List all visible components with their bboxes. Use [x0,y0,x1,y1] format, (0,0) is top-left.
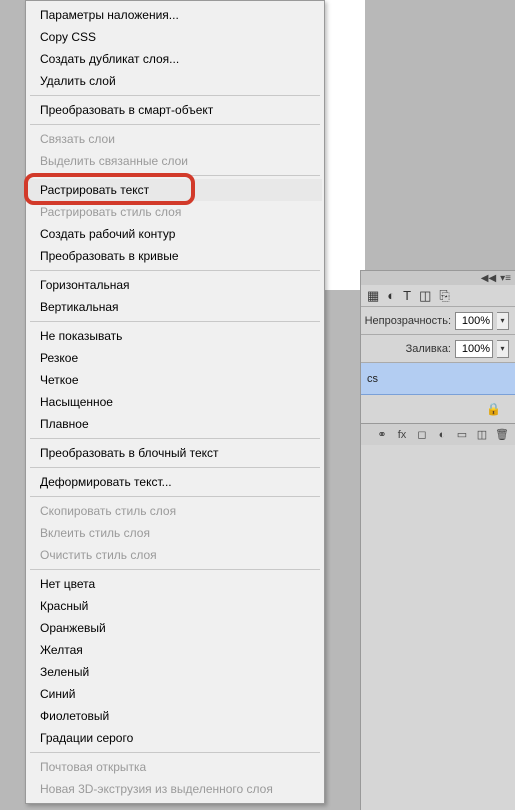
adjust-icon[interactable]: ◐ [435,429,449,441]
menu-item[interactable]: Не показывать [28,325,322,347]
menu-item[interactable]: Красный [28,595,322,617]
fill-dropdown[interactable]: ▾ [497,340,509,358]
menu-item: Выделить связанные слои [28,150,322,172]
menu-separator [30,752,320,753]
menu-item: Почтовая открытка [28,756,322,778]
layers-panel: ◀◀ ▾≡ ▦ ◐ T ◫ ⎘ Непрозрачность: ▾ Заливк… [360,270,515,810]
menu-item[interactable]: Преобразовать в блочный текст [28,442,322,464]
menu-item[interactable]: Желтая [28,639,322,661]
menu-separator [30,438,320,439]
menu-item: Скопировать стиль слоя [28,500,322,522]
fill-input[interactable] [455,340,493,358]
menu-item[interactable]: Горизонтальная [28,274,322,296]
menu-separator [30,175,320,176]
menu-separator [30,569,320,570]
menu-item[interactable]: Насыщенное [28,391,322,413]
adjust-icon[interactable]: ◐ [387,288,395,303]
menu-item[interactable]: Нет цвета [28,573,322,595]
layer-row[interactable]: cs [361,363,515,395]
menu-item: Растрировать стиль слоя [28,201,322,223]
fill-row: Заливка: ▾ [361,335,515,363]
fill-label: Заливка: [406,343,451,355]
menu-item: Связать слои [28,128,322,150]
layer-list-area[interactable]: 🔒 [361,395,515,423]
layer-context-menu[interactable]: Параметры наложения...Copy CSSСоздать ду… [25,0,325,804]
menu-item[interactable]: Фиолетовый [28,705,322,727]
layer-name: cs [367,373,378,385]
panel-bottom: ⚭ fx ◻ ◐ ▭ ◫ 🗑 [361,423,515,445]
menu-item[interactable]: Растрировать текст [28,179,322,201]
menu-separator [30,321,320,322]
menu-separator [30,270,320,271]
type-icon[interactable]: T [403,288,411,303]
menu-item: Очистить стиль слоя [28,544,322,566]
opacity-row: Непрозрачность: ▾ [361,307,515,335]
menu-item[interactable]: Copy CSS [28,26,322,48]
menu-item[interactable]: Плавное [28,413,322,435]
mask-icon[interactable]: ◻ [415,428,429,441]
menu-separator [30,95,320,96]
fx-icon[interactable]: fx [395,429,409,441]
menu-item[interactable]: Оранжевый [28,617,322,639]
link-icon[interactable]: ⎘ [439,288,449,304]
menu-item[interactable]: Зеленый [28,661,322,683]
transform-icon[interactable]: ◫ [419,288,431,304]
opacity-label: Непрозрачность: [365,315,451,327]
panel-menu-icon[interactable]: ▾≡ [500,273,511,284]
menu-separator [30,124,320,125]
menu-item[interactable]: Четкое [28,369,322,391]
image-icon[interactable]: ▦ [367,288,379,304]
link-icon[interactable]: ⚭ [375,428,389,441]
collapse-left-icon[interactable]: ◀◀ [481,273,496,284]
opacity-input[interactable] [455,312,493,330]
menu-item[interactable]: Синий [28,683,322,705]
menu-item[interactable]: Резкое [28,347,322,369]
opacity-dropdown[interactable]: ▾ [497,312,509,330]
menu-separator [30,467,320,468]
menu-item[interactable]: Вертикальная [28,296,322,318]
menu-separator [30,496,320,497]
new-icon[interactable]: ◫ [475,428,489,441]
panel-toolbar: ▦ ◐ T ◫ ⎘ [361,285,515,307]
menu-item[interactable]: Деформировать текст... [28,471,322,493]
trash-icon[interactable]: 🗑 [495,428,509,441]
lock-icon[interactable]: 🔒 [486,402,501,416]
menu-item[interactable]: Создать дубликат слоя... [28,48,322,70]
menu-item: Вклеить стиль слоя [28,522,322,544]
menu-item[interactable]: Преобразовать в смарт-объект [28,99,322,121]
menu-item[interactable]: Параметры наложения... [28,4,322,26]
menu-item: Новая 3D-экструзия из выделенного слоя [28,778,322,800]
menu-item[interactable]: Удалить слой [28,70,322,92]
panel-tabs: ◀◀ ▾≡ [361,271,515,285]
group-icon[interactable]: ▭ [455,428,469,441]
menu-item[interactable]: Преобразовать в кривые [28,245,322,267]
menu-item[interactable]: Градации серого [28,727,322,749]
menu-item[interactable]: Создать рабочий контур [28,223,322,245]
